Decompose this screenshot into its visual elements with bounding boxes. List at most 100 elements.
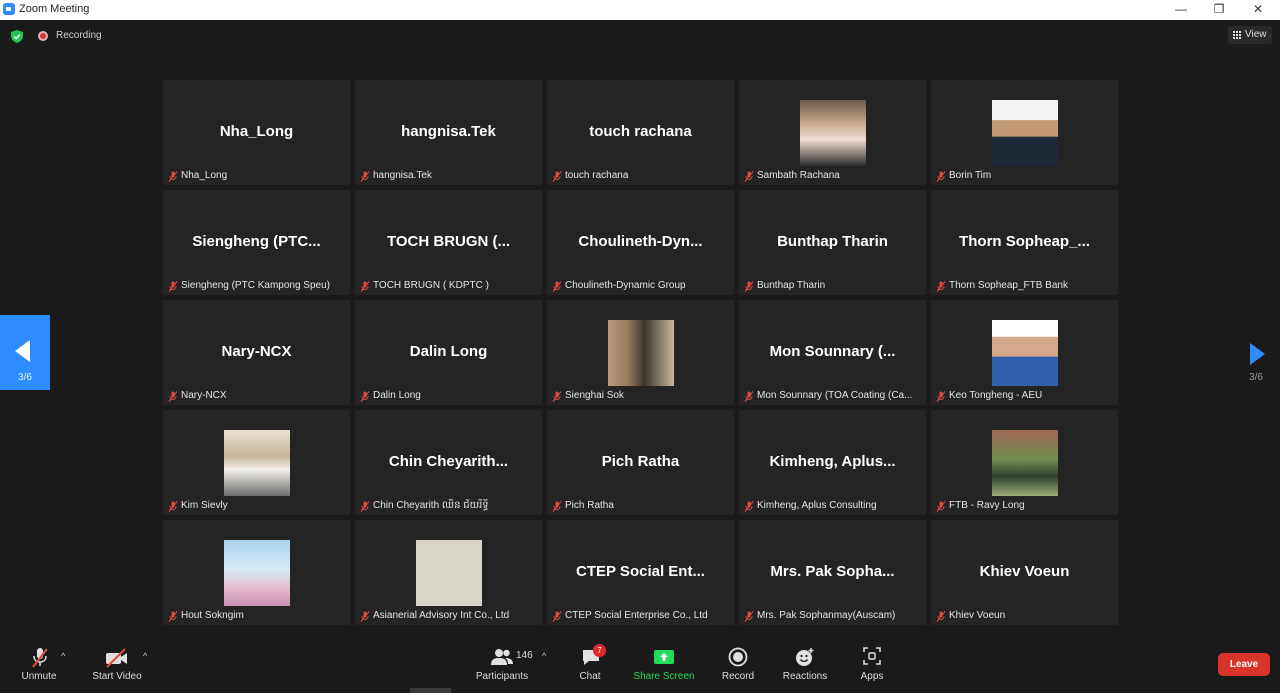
participant-display-name: CTEP Social Ent... <box>576 563 705 580</box>
participant-name-label: Dalin Long <box>358 389 421 403</box>
participant-tile[interactable]: Kim Sievly <box>163 410 350 515</box>
apps-icon <box>863 647 881 665</box>
record-button[interactable]: Record <box>716 637 760 687</box>
participant-tile[interactable]: Khiev Voeun Khiev Voeun <box>931 520 1118 625</box>
arrow-right-icon <box>1250 343 1265 365</box>
participant-tile[interactable]: Mrs. Pak Sopha... Mrs. Pak Sophanmay(Ausc… <box>739 520 926 625</box>
participant-video-thumbnail <box>416 540 482 606</box>
apps-button[interactable]: Apps <box>852 637 892 687</box>
microphone-muted-icon <box>936 171 946 182</box>
participant-name-text: Sienghai Sok <box>565 390 624 401</box>
microphone-muted-icon <box>168 281 178 292</box>
participant-name-label: Chin Cheyarith ឈិន ជ័យរិទ្ធិ <box>358 499 489 513</box>
microphone-muted-icon <box>936 611 946 622</box>
participant-name-text: Mon Sounnary (TOA Coating (Ca... <box>757 390 913 401</box>
participants-options-chevron-icon[interactable]: ^ <box>542 651 546 661</box>
reactions-smiley-icon <box>796 648 814 666</box>
microphone-muted-icon <box>744 501 754 512</box>
participant-video-thumbnail <box>992 320 1058 386</box>
participant-tile[interactable]: FTB - Ravy Long <box>931 410 1118 515</box>
participant-name-label: Nary-NCX <box>166 389 227 403</box>
close-button[interactable]: ✕ <box>1250 2 1266 17</box>
microphone-muted-icon <box>360 281 370 292</box>
recording-indicator-icon <box>38 31 48 41</box>
video-options-chevron-icon[interactable]: ^ <box>143 651 147 661</box>
participant-tile[interactable]: Asianerial Advisory Int Co., Ltd <box>355 520 542 625</box>
participant-tile[interactable]: TOCH BRUGN (... TOCH BRUGN ( KDPTC ) <box>355 190 542 295</box>
leave-meeting-button[interactable]: Leave <box>1218 653 1270 676</box>
participant-tile[interactable]: Choulineth-Dyn... Choulineth-Dynamic Grou… <box>547 190 734 295</box>
maximize-button[interactable]: ❐ <box>1211 2 1227 17</box>
microphone-muted-icon <box>360 391 370 402</box>
microphone-muted-icon <box>936 391 946 402</box>
participant-tile[interactable]: touch rachana touch rachana <box>547 80 734 185</box>
participants-button[interactable]: Participants <box>470 637 534 687</box>
participant-tile[interactable]: Kimheng, Aplus... Kimheng, Aplus Consulti… <box>739 410 926 515</box>
participant-tile[interactable]: Sienghai Sok <box>547 300 734 405</box>
microphone-muted-icon <box>360 171 370 182</box>
participant-tile[interactable]: Nary-NCX Nary-NCX <box>163 300 350 405</box>
view-label: View <box>1245 29 1267 40</box>
participant-video-thumbnail <box>800 100 866 166</box>
participant-tile[interactable]: Borin Tim <box>931 80 1118 185</box>
share-screen-icon <box>654 650 674 664</box>
participant-display-name: Nary-NCX <box>221 343 292 360</box>
microphone-muted-icon <box>552 501 562 512</box>
participant-tile[interactable]: Pich Ratha Pich Ratha <box>547 410 734 515</box>
participant-video-thumbnail <box>992 100 1058 166</box>
participant-name-label: Sienghai Sok <box>550 389 624 403</box>
participant-tile[interactable]: Bunthap Tharin Bunthap Tharin <box>739 190 926 295</box>
start-video-button[interactable]: Start Video <box>86 637 148 687</box>
microphone-muted-icon <box>744 611 754 622</box>
participant-name-text: Mrs. Pak Sophanmay(Auscam) <box>757 610 896 621</box>
participant-tile[interactable]: Keo Tongheng - AEU <box>931 300 1118 405</box>
participant-name-text: Sambath Rachana <box>757 170 840 181</box>
next-page-button[interactable]: 3/6 <box>1232 315 1280 390</box>
participants-count: 146 <box>516 650 533 661</box>
participant-name-text: hangnisa.Tek <box>373 170 432 181</box>
participant-tile[interactable]: Siengheng (PTC... Siengheng (PTC Kampong … <box>163 190 350 295</box>
participant-video-thumbnail <box>224 540 290 606</box>
participant-name-label: Choulineth-Dynamic Group <box>550 279 686 293</box>
participant-tile[interactable]: Nha_Long Nha_Long <box>163 80 350 185</box>
participant-name-text: Keo Tongheng - AEU <box>949 390 1043 401</box>
gallery-grid: Nha_Long Nha_Long hangnisa.Tek hangnisa.Tek… <box>163 80 1118 625</box>
participant-name-label: Keo Tongheng - AEU <box>934 389 1042 403</box>
previous-page-button[interactable]: 3/6 <box>0 315 50 390</box>
recording-label: Recording <box>56 30 102 41</box>
participant-name-text: Hout Sokngim <box>181 610 244 621</box>
participant-tile[interactable]: Chin Cheyarith... Chin Cheyarith ឈិន ជ័យរ… <box>355 410 542 515</box>
participant-display-name: Kimheng, Aplus... <box>769 453 896 470</box>
participant-name-text: TOCH BRUGN ( KDPTC ) <box>373 280 489 291</box>
participant-tile[interactable]: hangnisa.Tek hangnisa.Tek <box>355 80 542 185</box>
participant-tile[interactable]: CTEP Social Ent... CTEP Social Enterprise… <box>547 520 734 625</box>
microphone-muted-icon <box>168 611 178 622</box>
participant-tile[interactable]: Sambath Rachana <box>739 80 926 185</box>
participant-name-text: Nha_Long <box>181 170 228 181</box>
participant-tile[interactable]: Mon Sounnary (... Mon Sounnary (TOA Coati… <box>739 300 926 405</box>
participant-name-text: touch rachana <box>565 170 629 181</box>
participant-display-name: Mrs. Pak Sopha... <box>770 563 895 580</box>
participant-name-label: Bunthap Tharin <box>742 279 825 293</box>
participant-tile[interactable]: Dalin Long Dalin Long <box>355 300 542 405</box>
participant-name-label: Pich Ratha <box>550 499 614 513</box>
participant-tile[interactable]: Hout Sokngim <box>163 520 350 625</box>
minimize-button[interactable]: — <box>1173 2 1189 17</box>
participant-video-thumbnail <box>608 320 674 386</box>
view-button[interactable]: View <box>1228 26 1272 44</box>
participant-tile[interactable]: Thorn Sopheap_... Thorn Sopheap_FTB Bank <box>931 190 1118 295</box>
zoom-app-icon <box>3 3 15 15</box>
chat-button[interactable]: 7 Chat <box>570 637 610 687</box>
reactions-button[interactable]: Reactions <box>778 637 832 687</box>
participant-video-thumbnail <box>992 430 1058 496</box>
share-screen-button[interactable]: Share Screen <box>630 637 698 687</box>
encryption-shield-icon[interactable] <box>11 30 23 43</box>
participant-name-text: Asianerial Advisory Int Co., Ltd <box>373 610 510 621</box>
audio-options-chevron-icon[interactable]: ^ <box>61 651 65 661</box>
chat-unread-badge: 7 <box>593 644 606 657</box>
participant-name-label: CTEP Social Enterprise Co., Ltd <box>550 609 708 623</box>
participant-name-label: Kim Sievly <box>166 499 228 513</box>
unmute-button[interactable]: Unmute <box>14 637 64 687</box>
grid-view-icon <box>1233 31 1242 39</box>
participant-name-label: Kimheng, Aplus Consulting <box>742 499 877 513</box>
